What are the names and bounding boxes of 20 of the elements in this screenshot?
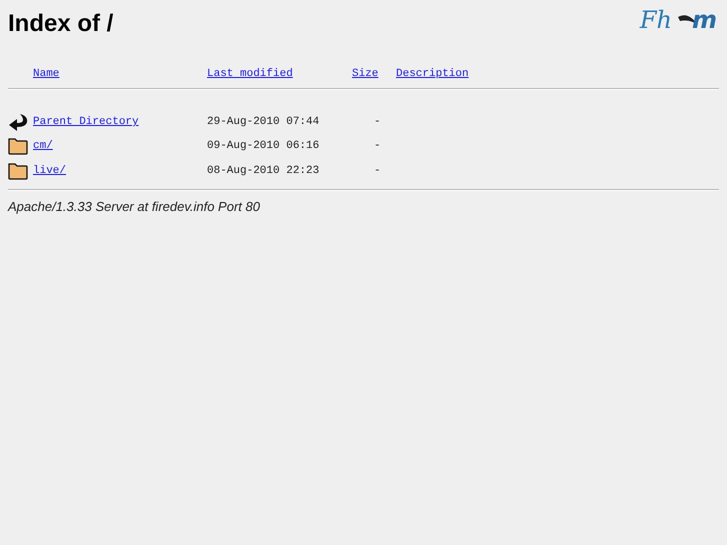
file-size: - bbox=[373, 140, 382, 152]
file-link[interactable]: Parent Directory bbox=[33, 116, 139, 128]
modified-date: 29-Aug-2010 07:44 bbox=[207, 116, 320, 128]
page-title: Index of / bbox=[8, 10, 114, 38]
column-header-link[interactable]: Name bbox=[33, 68, 60, 80]
file-link[interactable]: live/ bbox=[33, 165, 66, 177]
modified-date: 09-Aug-2010 06:16 bbox=[207, 140, 320, 152]
file-link[interactable]: cm/ bbox=[33, 140, 53, 152]
file-size: - bbox=[373, 116, 382, 128]
server-signature: Apache/1.3.33 Server at firedev.info Port 80 bbox=[8, 199, 261, 214]
modified-date: 08-Aug-2010 22:23 bbox=[207, 165, 320, 177]
back-arrow-icon bbox=[8, 112, 28, 132]
column-header-link[interactable]: Size bbox=[352, 68, 378, 80]
folder-icon bbox=[8, 162, 28, 180]
logo: Fh bbox=[640, 6, 672, 34]
logo: m bbox=[678, 6, 717, 34]
file-size: - bbox=[373, 165, 382, 177]
folder-icon bbox=[8, 137, 28, 155]
column-header-link[interactable]: Last modified bbox=[207, 68, 293, 80]
column-header-link[interactable]: Description bbox=[396, 68, 469, 80]
